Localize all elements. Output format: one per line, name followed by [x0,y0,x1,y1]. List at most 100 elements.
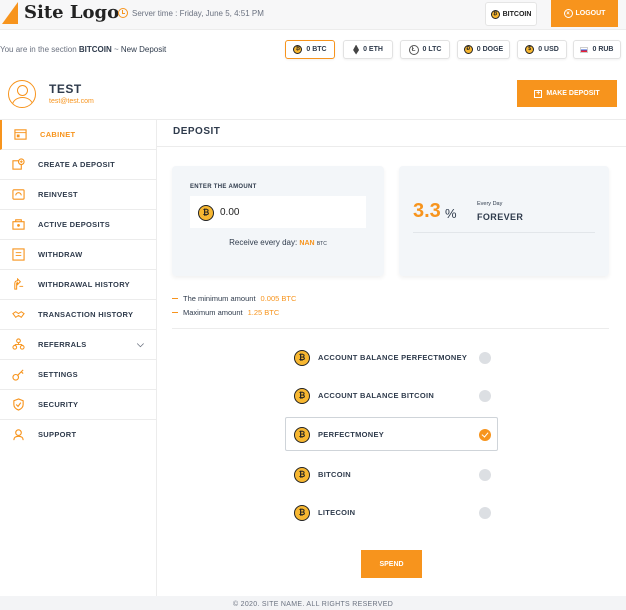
radio-button[interactable] [479,507,491,519]
plus-box-icon: + [534,89,543,98]
radio-button[interactable] [479,469,491,481]
sidebar-item-withdraw[interactable]: WITHDRAW [0,240,157,270]
make-deposit-button[interactable]: + MAKE DEPOSIT [517,80,617,107]
top-header: Site Logo Server time : Friday, June 5, … [0,0,626,30]
sidebar-item-label: CABINET [40,130,76,139]
currency-tab-rub[interactable]: 0 RUB [573,40,621,59]
max-amount-label: Maximum amount [183,308,243,317]
sidebar-item-support[interactable]: SUPPORT [0,420,157,450]
breadcrumb-prefix: You are in the section [0,45,77,54]
receive-label: Receive every day: [229,238,298,247]
payment-option-balance-bitcoin[interactable]: ₿ ACCOUNT BALANCE BITCOIN [285,378,498,412]
amount-card: ENTER THE AMOUNT ₿ Receive every day: NA… [172,166,384,276]
bitcoin-icon: ₿ [294,388,310,404]
currency-tab-label: 0 RUB [592,46,614,53]
sidebar-item-active-deposits[interactable]: ACTIVE DEPOSITS [0,210,157,240]
sidebar-item-label: REINVEST [38,190,78,199]
breadcrumb-section[interactable]: BITCOIN [79,45,112,54]
sidebar-item-label: REFERRALS [38,340,87,349]
handshake-icon [12,311,25,318]
max-amount-value: 1.25 BTC [247,308,280,317]
rate-value: 3.3 [413,200,441,222]
radio-button-checked[interactable] [479,429,491,441]
sidebar-item-settings[interactable]: SETTINGS [0,360,157,390]
payment-option-label: BITCOIN [318,470,351,479]
sidebar-item-cabinet[interactable]: CABINET [0,120,157,150]
support-icon [13,429,24,441]
footer: © 2020. SITE NAME. ALL RIGHTS RESERVED [0,596,626,610]
dogecoin-icon: Ð [463,45,473,54]
currency-selector-label: BITCOIN [502,10,532,18]
payment-option-perfectmoney[interactable]: ₿ PERFECTMONEY [285,417,498,451]
dash-icon [172,311,178,314]
sidebar-item-label: CREATE A DEPOSIT [38,160,116,169]
site-logo[interactable]: Site Logo [24,2,119,23]
receive-unit: BTC [316,241,327,247]
active-deposits-icon [12,219,25,230]
sidebar-item-referrals[interactable]: REFERRALS ⌵ [0,330,157,360]
sidebar-item-label: SECURITY [38,400,79,409]
currency-tab-label: 0 DOGE [476,46,504,53]
reinvest-icon [12,189,25,200]
payment-option-label: ACCOUNT BALANCE BITCOIN [318,391,435,400]
sidebar-item-security[interactable]: SECURITY [0,390,157,420]
currency-tab-label: 0 BTC [306,46,327,53]
avatar[interactable] [8,80,36,108]
breadcrumb: You are in the section BITCOIN ~ New Dep… [0,45,166,54]
currency-tab-eth[interactable]: 0 ETH [343,40,393,59]
bitcoin-icon: ₿ [198,205,214,221]
sidebar-item-transaction-history[interactable]: TRANSACTION HISTORY [0,300,157,330]
breadcrumb-separator: ~ [111,45,121,54]
currency-tab-usd[interactable]: $ 0 USD [517,40,567,59]
radio-button[interactable] [479,352,491,364]
currency-tab-label: 0 LTC [422,46,442,53]
user-name: TEST [49,82,82,96]
amount-field-wrapper: ₿ [190,196,366,228]
receive-value: NAN [299,240,315,247]
bitcoin-icon: ₿ [293,45,303,54]
currency-tab-btc[interactable]: ₿ 0 BTC [285,40,335,59]
sidebar-item-label: WITHDRAWAL HISTORY [38,280,130,289]
withdrawal-history-icon [14,278,24,290]
max-amount-note: Maximum amount 1.25 BTC [172,308,279,317]
period-value: FOREVER [477,212,524,222]
page-title: DEPOSIT [173,126,221,137]
sidebar-item-reinvest[interactable]: REINVEST [0,180,157,210]
currency-tab-label: 0 USD [538,46,559,53]
withdraw-icon [12,248,25,261]
spend-button[interactable]: SPEND [361,550,422,578]
rate-card: 3.3 % Every Day FOREVER [399,166,609,276]
ethereum-icon [353,44,360,55]
payment-option-balance-perfectmoney[interactable]: ₿ ACCOUNT BALANCE PERFECTMONEY [285,340,498,374]
sidebar-item-withdrawal-history[interactable]: WITHDRAWAL HISTORY [0,270,157,300]
min-amount-note: The minimum amount 0.005 BTC [172,294,296,303]
user-bar: TEST test@test.com + MAKE DEPOSIT [0,72,626,120]
radio-button[interactable] [479,390,491,402]
bitcoin-icon: ₿ [294,350,310,366]
logout-button[interactable]: × LOGOUT [551,0,618,27]
copyright-text: © 2020. SITE NAME. ALL RIGHTS RESERVED [232,601,394,608]
server-time-text: Server time : Friday, June 5, 4:51 PM [132,8,264,18]
currency-tab-doge[interactable]: Ð 0 DOGE [457,40,510,59]
sidebar-item-label: ACTIVE DEPOSITS [38,220,111,229]
payment-option-bitcoin[interactable]: ₿ BITCOIN [285,457,498,491]
divider [172,328,609,329]
period-caption: Every Day [477,201,503,207]
currency-tab-ltc[interactable]: Ł 0 LTC [400,40,450,59]
bitcoin-icon: ₿ [294,505,310,521]
amount-input[interactable] [220,196,360,228]
shield-icon [13,398,24,411]
bitcoin-icon: ₿ [490,9,500,19]
litecoin-icon: Ł [408,44,419,55]
payment-option-litecoin[interactable]: ₿ LITECOIN [285,495,498,529]
chevron-down-icon[interactable]: ⌵ [137,339,144,350]
sidebar-item-label: SUPPORT [38,430,77,439]
create-deposit-icon [12,158,25,170]
user-email[interactable]: test@test.com [49,98,94,105]
currency-selector[interactable]: ₿ BITCOIN [485,2,537,26]
currency-tab-label: 0 ETH [363,46,383,53]
sidebar-item-label: TRANSACTION HISTORY [38,310,134,319]
payment-option-label: ACCOUNT BALANCE PERFECTMONEY [318,353,468,362]
sidebar-item-create-deposit[interactable]: CREATE A DEPOSIT [0,150,157,180]
breadcrumb-page: New Deposit [120,45,167,54]
